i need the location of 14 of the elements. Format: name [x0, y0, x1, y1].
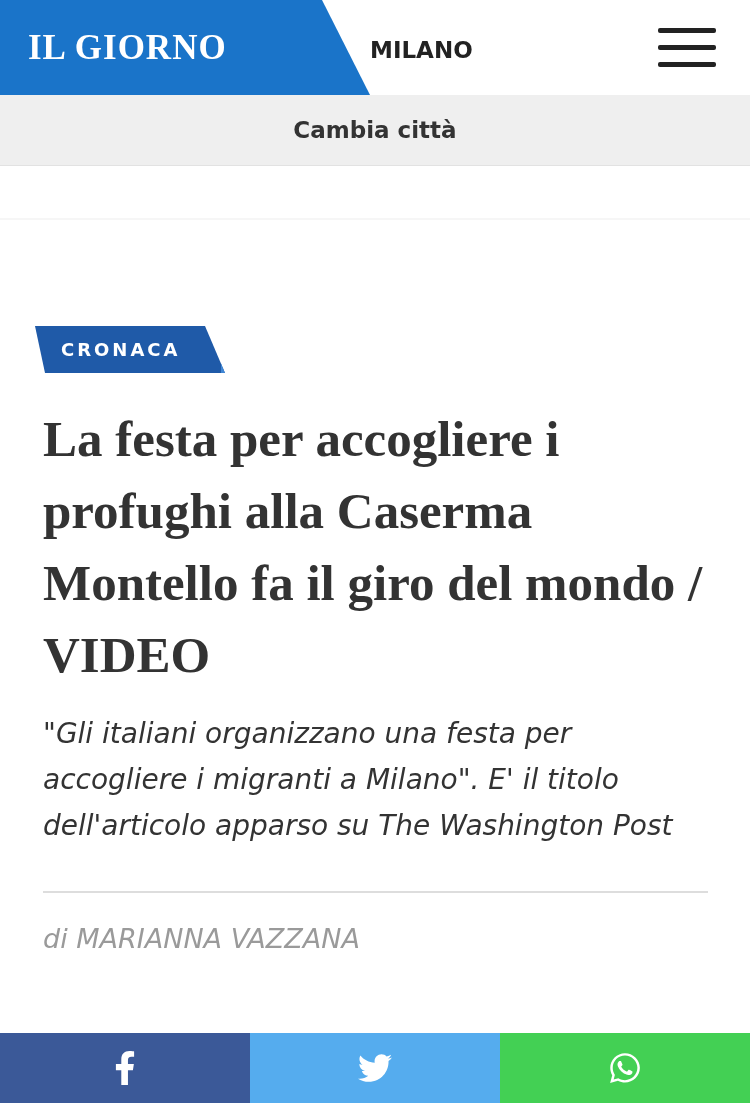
category-tag[interactable]: CRONACA — [35, 326, 227, 373]
byline: di MARIANNA VAZZANA — [43, 923, 361, 954]
article-subtitle: "Gli italiani organizzano una festa per accogliere i migranti a Milano". E' il titolo dell'articolo apparso su The Washington Post — [43, 716, 675, 844]
change-city-link[interactable]: Cambia città — [293, 117, 457, 143]
share-button[interactable] — [0, 1033, 250, 1103]
city-name: MILANO — [370, 36, 473, 63]
article-title: La festa per accogliere i profughi alla Caserma Montello fa il giro del mondo / VIDEO — [43, 410, 704, 685]
city-bar[interactable]: Cambia città — [0, 95, 750, 166]
logo[interactable]: IL GIORNO — [28, 27, 227, 68]
menu-icon[interactable] — [658, 27, 716, 68]
bird-icon — [358, 1051, 392, 1085]
chat-phone-icon — [608, 1051, 642, 1085]
logo-banner[interactable]: IL GIORNO — [0, 0, 370, 95]
share-button[interactable] — [250, 1033, 500, 1103]
